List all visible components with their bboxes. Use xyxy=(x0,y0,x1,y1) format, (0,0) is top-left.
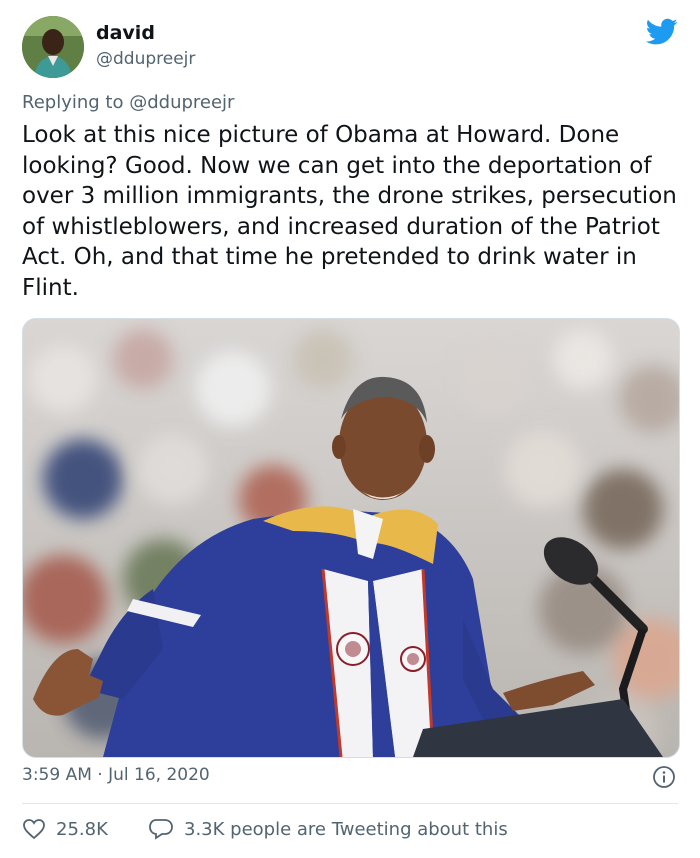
tweet-text: Look at this nice picture of Obama at Ho… xyxy=(22,122,677,301)
conversation-link[interactable]: 3.3K people are Tweeting about this xyxy=(148,816,508,842)
like-button[interactable]: 25.8K xyxy=(22,816,108,842)
tweet-card: david @ddupreejr Replying to @ddupreejr … xyxy=(0,0,700,858)
reply-prefix: Replying to xyxy=(22,92,124,113)
twitter-bird-icon[interactable] xyxy=(646,18,678,46)
reply-context: Replying to @ddupreejr xyxy=(22,92,234,113)
tweet-timestamp[interactable]: 3:59 AM · Jul 16, 2020 xyxy=(22,765,210,785)
photo-graphic xyxy=(23,319,679,757)
conversation-text: 3.3K people are Tweeting about this xyxy=(184,818,508,840)
reply-mention-link[interactable]: @ddupreejr xyxy=(129,92,234,113)
author-handle[interactable]: @ddupreejr xyxy=(96,49,195,69)
divider xyxy=(22,803,678,804)
heart-icon xyxy=(23,819,45,840)
author-name[interactable]: david xyxy=(96,22,155,44)
author-avatar[interactable] xyxy=(22,16,84,78)
avatar-photo-icon xyxy=(22,16,84,78)
info-icon[interactable] xyxy=(652,765,676,789)
reply-bubble-icon xyxy=(149,819,173,840)
tweet-photo[interactable] xyxy=(22,318,680,758)
like-count: 25.8K xyxy=(56,818,108,840)
